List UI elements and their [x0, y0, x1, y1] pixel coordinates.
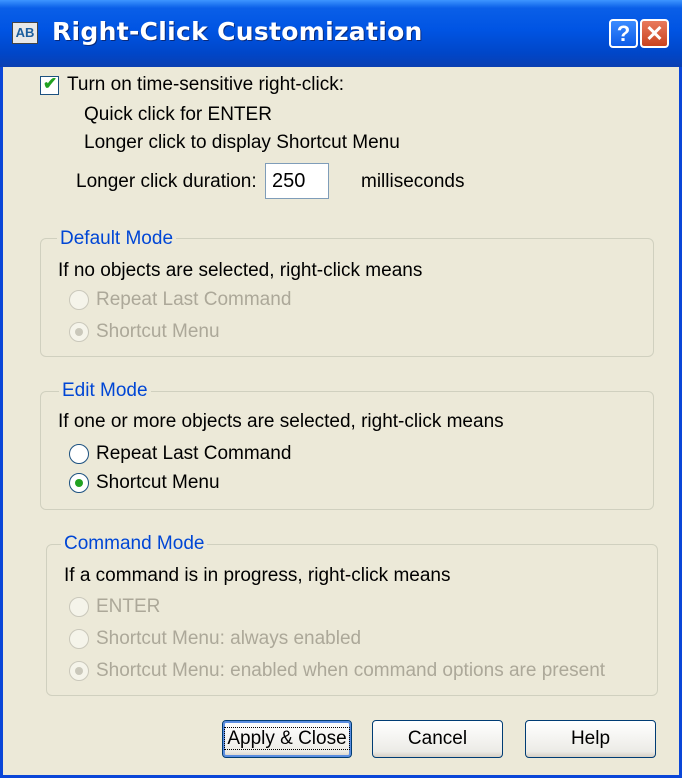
duration-unit: milliseconds: [361, 171, 465, 192]
default-mode-legend: Default Mode: [57, 228, 177, 250]
edit-repeat-radio[interactable]: [69, 444, 89, 464]
dialog-window: AB Right-Click Customization ? ✕ ✔ Turn …: [0, 0, 682, 778]
close-icon[interactable]: ✕: [640, 19, 669, 48]
quick-click-text: Quick click for ENTER: [84, 104, 272, 125]
apply-close-button[interactable]: Apply & Close: [222, 720, 352, 758]
radio-dot: [75, 328, 83, 336]
edit-shortcut-radio[interactable]: [69, 473, 89, 493]
time-sensitive-label: Turn on time-sensitive right-click:: [67, 74, 344, 95]
checkmark-icon: ✔: [43, 74, 58, 93]
command-mode-legend: Command Mode: [61, 533, 208, 555]
edit-repeat-label: Repeat Last Command: [96, 443, 292, 464]
radio-dot: [75, 479, 83, 487]
radio-dot: [75, 667, 83, 675]
command-options-label: Shortcut Menu: enabled when command opti…: [96, 660, 606, 681]
command-options-radio[interactable]: [69, 661, 89, 681]
default-shortcut-radio[interactable]: [69, 322, 89, 342]
duration-label: Longer click duration:: [76, 171, 257, 192]
longer-click-text: Longer click to display Shortcut Menu: [84, 132, 400, 153]
help-icon[interactable]: ?: [609, 19, 638, 48]
command-always-radio[interactable]: [69, 629, 89, 649]
edit-shortcut-label: Shortcut Menu: [96, 472, 220, 493]
default-repeat-radio[interactable]: [69, 290, 89, 310]
dialog-title: Right-Click Customization: [52, 17, 423, 46]
default-shortcut-label: Shortcut Menu: [96, 321, 220, 342]
edit-mode-prompt: If one or more objects are selected, rig…: [58, 411, 504, 432]
app-icon: AB: [12, 22, 38, 44]
command-mode-prompt: If a command is in progress, right-click…: [64, 565, 451, 586]
default-repeat-label: Repeat Last Command: [96, 289, 292, 310]
time-sensitive-checkbox[interactable]: ✔: [40, 74, 59, 95]
edit-mode-legend: Edit Mode: [59, 380, 151, 402]
command-always-label: Shortcut Menu: always enabled: [96, 628, 362, 649]
title-bar[interactable]: AB Right-Click Customization ? ✕: [0, 0, 682, 67]
help-button[interactable]: Help: [525, 720, 656, 758]
apply-close-label: Apply & Close: [224, 727, 350, 750]
command-enter-label: ENTER: [96, 596, 161, 617]
default-mode-prompt: If no objects are selected, right-click …: [58, 260, 423, 281]
cancel-button[interactable]: Cancel: [372, 720, 503, 758]
duration-input[interactable]: 250: [265, 163, 329, 199]
command-enter-radio[interactable]: [69, 597, 89, 617]
